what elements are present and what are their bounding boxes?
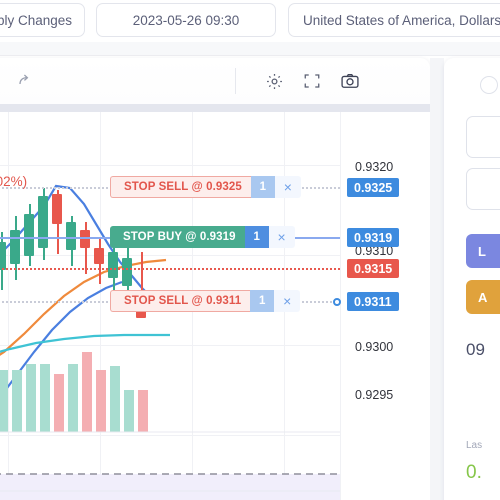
order-tag-stop-sell-2[interactable]: STOP SELL @ 0.9311 1 × bbox=[110, 290, 301, 312]
order-anchor-marker bbox=[333, 298, 341, 306]
panel-input-2[interactable] bbox=[466, 168, 500, 210]
order-tag-text: STOP BUY @ 0.9319 bbox=[123, 231, 236, 243]
order-qty-badge[interactable]: 1 bbox=[250, 290, 275, 312]
panel-last-label: Las bbox=[466, 440, 483, 451]
axis-tick: 0.9300 bbox=[355, 340, 394, 354]
apply-changes-button[interactable]: Apply Changes bbox=[0, 3, 85, 37]
chart-toolbar bbox=[0, 58, 430, 104]
order-tag-label: STOP BUY @ 0.9319 bbox=[110, 226, 245, 248]
redo-arrow-icon[interactable] bbox=[12, 69, 36, 93]
order-tag-stop-sell-1[interactable]: STOP SELL @ 0.9325 1 × bbox=[110, 176, 301, 198]
chart-card: (−0.02%) bbox=[0, 58, 430, 500]
order-tag-text: STOP SELL @ 0.9311 bbox=[124, 295, 242, 307]
price-badge-sell-bottom[interactable]: 0.9311 bbox=[347, 292, 399, 311]
axis-tick: 0.9295 bbox=[355, 388, 394, 402]
app-root: Apply Changes 2023-05-26 09:30 United St… bbox=[0, 0, 500, 500]
price-badge-buy[interactable]: 0.9319 bbox=[347, 228, 400, 247]
order-close-icon[interactable]: × bbox=[274, 176, 301, 198]
panel-input-1[interactable] bbox=[466, 116, 500, 158]
price-axis[interactable]: 0.9320 0.9310 0.9305 0.9300 0.9295 60.00… bbox=[340, 112, 430, 500]
datetime-input[interactable]: 2023-05-26 09:30 bbox=[96, 3, 276, 37]
panel-primary-button[interactable]: L bbox=[466, 234, 500, 268]
top-form-bar: Apply Changes 2023-05-26 09:30 United St… bbox=[0, 0, 500, 42]
order-close-icon[interactable]: × bbox=[268, 226, 295, 248]
axis-tick: 0.9320 bbox=[355, 160, 394, 174]
camera-icon[interactable] bbox=[338, 69, 362, 93]
toolbar-divider bbox=[235, 68, 236, 94]
order-entry-panel: L A 09 Las 0. bbox=[444, 58, 500, 500]
currency-select[interactable]: United States of America, Dollars , bbox=[288, 3, 500, 37]
panel-toggle-icon[interactable] bbox=[480, 76, 498, 94]
price-badge-sell-top[interactable]: 0.9325 bbox=[347, 178, 400, 197]
change-percent-label: (−0.02%) bbox=[0, 174, 28, 189]
price-badge-current[interactable]: 0.9315 bbox=[347, 259, 400, 278]
top-divider bbox=[0, 42, 500, 56]
panel-time-value: 09 bbox=[466, 340, 485, 359]
order-qty-badge[interactable]: 1 bbox=[244, 226, 269, 248]
order-tag-label: STOP SELL @ 0.9311 bbox=[110, 290, 251, 312]
undo-arrow-icon[interactable] bbox=[0, 69, 2, 93]
fullscreen-icon[interactable] bbox=[300, 69, 324, 93]
gear-icon[interactable] bbox=[262, 69, 286, 93]
order-close-icon[interactable]: × bbox=[274, 290, 301, 312]
order-tag-text: STOP SELL @ 0.9325 bbox=[124, 181, 242, 193]
chart-header-strip bbox=[0, 104, 430, 112]
order-qty-badge[interactable]: 1 bbox=[250, 176, 275, 198]
panel-secondary-button[interactable]: A bbox=[466, 280, 500, 314]
order-tag-stop-buy[interactable]: STOP BUY @ 0.9319 1 × bbox=[110, 226, 295, 248]
panel-last-value: 0. bbox=[466, 462, 482, 483]
panel-gutter bbox=[430, 58, 444, 500]
order-tag-label: STOP SELL @ 0.9325 bbox=[110, 176, 251, 198]
